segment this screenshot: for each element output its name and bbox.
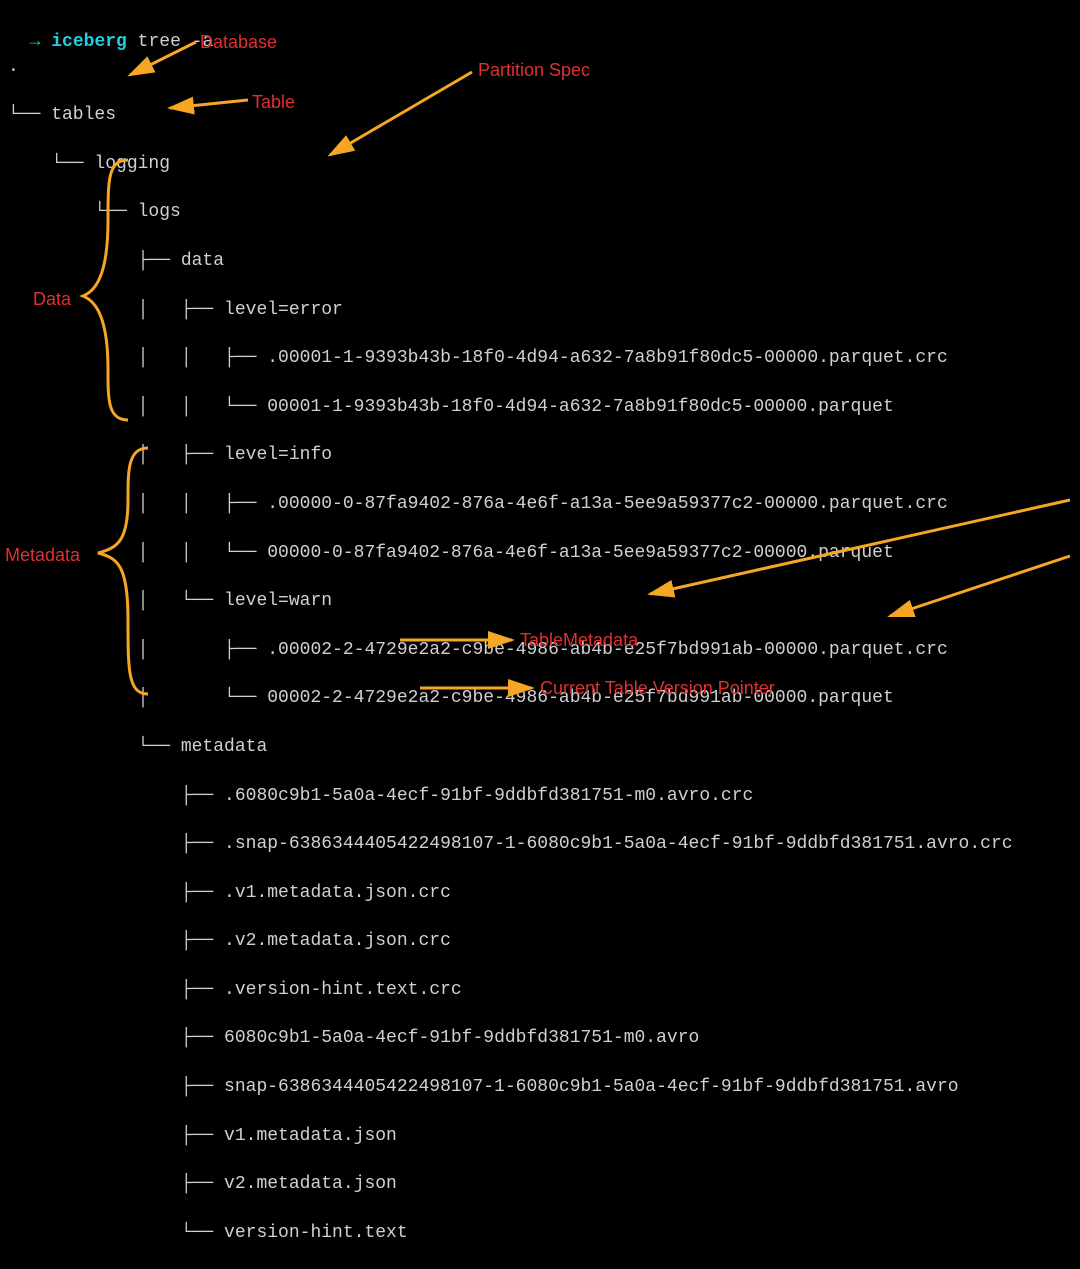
tree-line-error-parquet: │ │ └── 00001-1-9393b43b-18f0-4d94-a632-…: [8, 395, 1072, 419]
tree-line-tables: └── tables: [8, 103, 1072, 127]
tree-line-snap-avro-crc: ├── .snap-6386344405422498107-1-6080c9b1…: [8, 832, 1072, 856]
tree-line-error-crc: │ │ ├── .00001-1-9393b43b-18f0-4d94-a632…: [8, 346, 1072, 370]
tree-line-level-error: │ ├── level=error: [8, 298, 1072, 322]
tree-line-m0-avro-crc: ├── .6080c9b1-5a0a-4ecf-91bf-9ddbfd38175…: [8, 784, 1072, 808]
terminal-prompt: → iceberg tree -a: [8, 6, 1072, 55]
tree-line-level-info: │ ├── level=info: [8, 443, 1072, 467]
tree-line-metadata: └── metadata: [8, 735, 1072, 759]
tree-line-warn-crc: │ ├── .00002-2-4729e2a2-c9be-4986-ab4b-e…: [8, 638, 1072, 662]
prompt-arrow-icon: →: [30, 32, 41, 52]
tree-line-data: ├── data: [8, 249, 1072, 273]
prompt-host: iceberg: [51, 32, 127, 52]
tree-line-logging: └── logging: [8, 152, 1072, 176]
tree-line-version-hint: └── version-hint.text: [8, 1221, 1072, 1245]
tree-root-dot: .: [8, 55, 1072, 79]
tree-line-v1-json: ├── v1.metadata.json: [8, 1124, 1072, 1148]
tree-line-info-crc: │ │ ├── .00000-0-87fa9402-876a-4e6f-a13a…: [8, 492, 1072, 516]
tree-line-warn-parquet: │ └── 00002-2-4729e2a2-c9be-4986-ab4b-e2…: [8, 686, 1072, 710]
tree-output: └── tables └── logging └── logs ├── data…: [8, 79, 1072, 1269]
prompt-command: tree -a: [138, 32, 214, 52]
tree-line-version-hint-crc: ├── .version-hint.text.crc: [8, 978, 1072, 1002]
tree-line-level-warn: │ └── level=warn: [8, 589, 1072, 613]
tree-line-v2-json: ├── v2.metadata.json: [8, 1172, 1072, 1196]
tree-line-logs: └── logs: [8, 200, 1072, 224]
tree-line-snap-avro: ├── snap-6386344405422498107-1-6080c9b1-…: [8, 1075, 1072, 1099]
tree-line-v1-json-crc: ├── .v1.metadata.json.crc: [8, 881, 1072, 905]
tree-line-v2-json-crc: ├── .v2.metadata.json.crc: [8, 929, 1072, 953]
tree-line-info-parquet: │ │ └── 00000-0-87fa9402-876a-4e6f-a13a-…: [8, 541, 1072, 565]
tree-line-m0-avro: ├── 6080c9b1-5a0a-4ecf-91bf-9ddbfd381751…: [8, 1026, 1072, 1050]
